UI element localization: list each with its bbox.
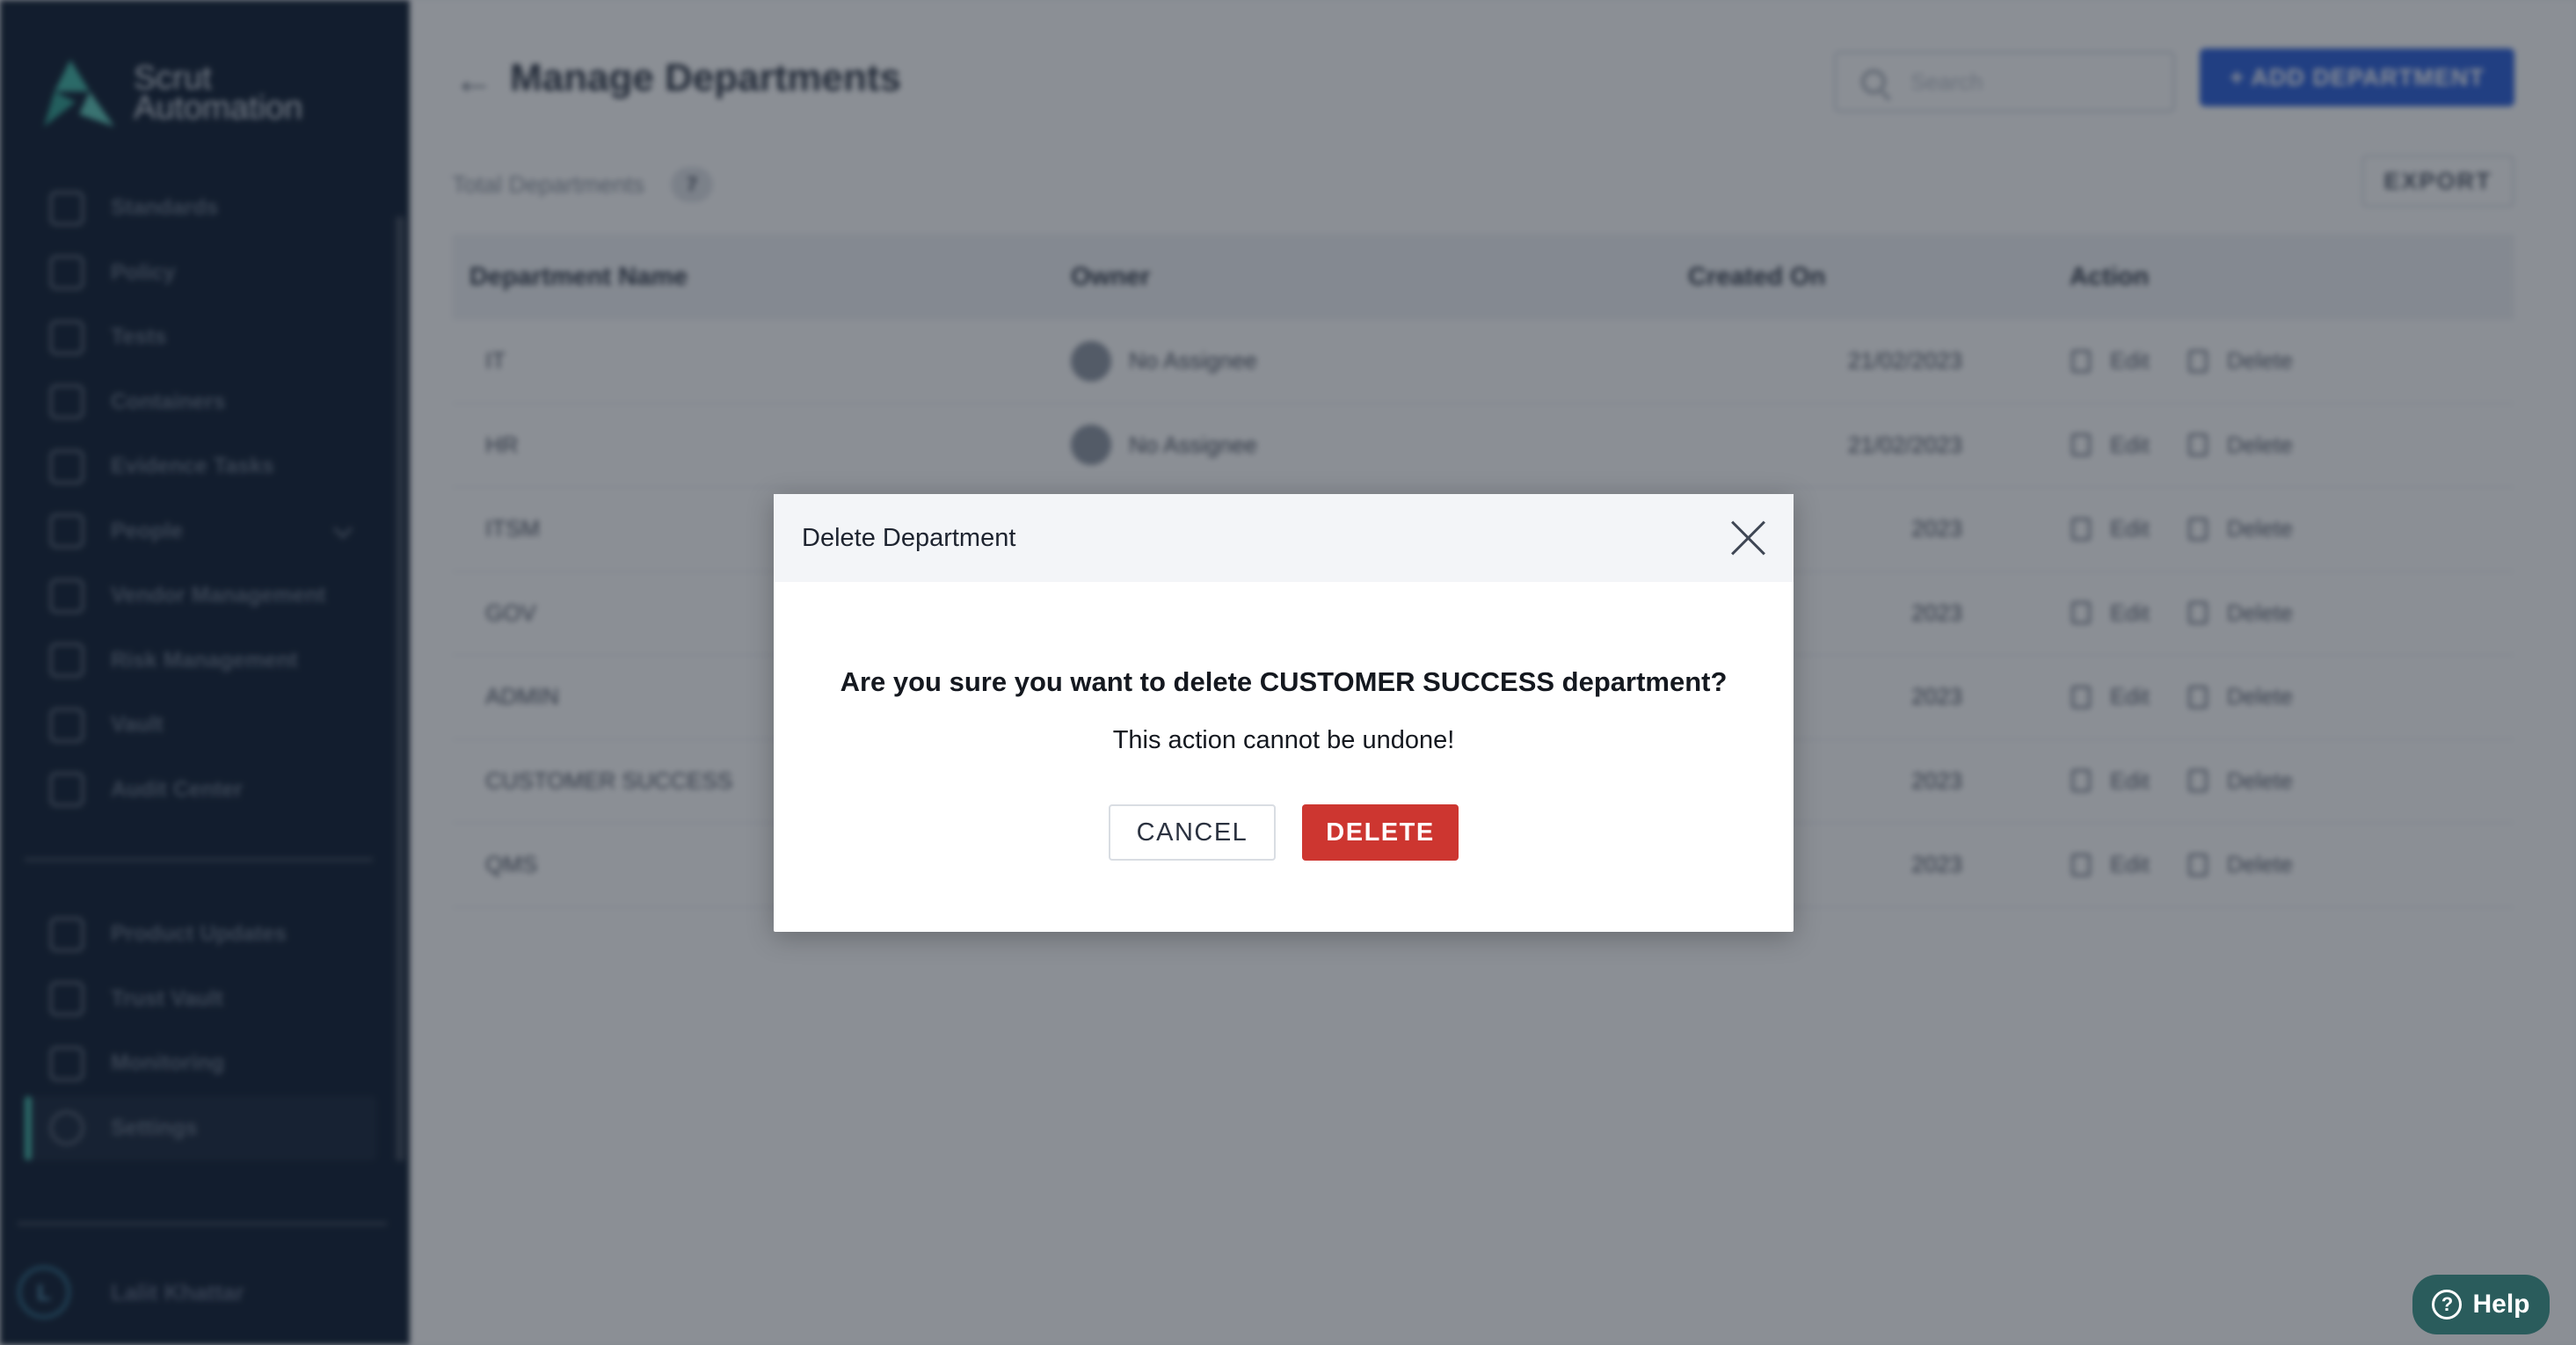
help-icon: ? — [2432, 1290, 2463, 1320]
delete-button[interactable]: DELETE — [1302, 804, 1459, 861]
modal-body: Are you sure you want to delete CUSTOMER… — [774, 666, 1794, 861]
cancel-button[interactable]: CANCEL — [1109, 804, 1276, 861]
modal-warning-note: This action cannot be undone! — [1112, 726, 1455, 754]
modal-title: Delete Department — [802, 523, 1016, 552]
help-label: Help — [2472, 1290, 2530, 1319]
help-button[interactable]: ? Help — [2412, 1275, 2550, 1334]
delete-department-modal: Delete Department Are you sure you want … — [774, 494, 1794, 932]
modal-question: Are you sure you want to delete CUSTOMER… — [840, 666, 1728, 697]
modal-header: Delete Department — [774, 494, 1794, 582]
close-icon[interactable] — [1728, 519, 1767, 557]
modal-actions: CANCEL DELETE — [774, 804, 1794, 861]
